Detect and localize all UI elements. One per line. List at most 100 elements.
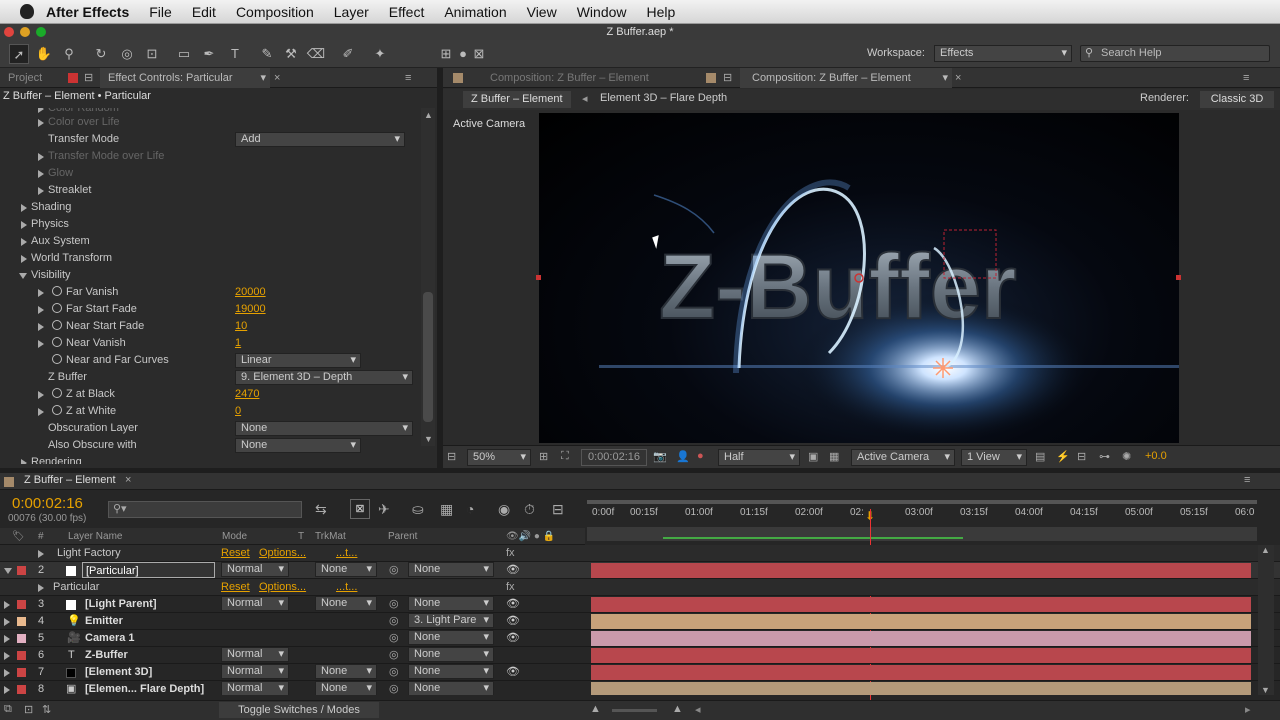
parent-dropdown[interactable]: 3. Light Pare: [408, 613, 494, 628]
work-area-bar[interactable]: [587, 500, 1257, 504]
prop-transfer-mode-over-life[interactable]: Transfer Mode over Life: [0, 148, 420, 165]
layer-duration-bar[interactable]: [591, 563, 1251, 578]
close-window-button[interactable]: [4, 27, 14, 37]
effect-scrollbar[interactable]: ▲ ▼: [421, 108, 435, 446]
visibility-eye-icon[interactable]: 👁: [506, 664, 520, 681]
tab-dropdown-icon[interactable]: ▾: [260, 68, 266, 88]
zoom-slider[interactable]: [612, 709, 657, 712]
zoom-in-icon[interactable]: ▲: [672, 703, 683, 715]
blend-mode-dropdown[interactable]: Normal: [221, 664, 289, 679]
minimize-window-button[interactable]: [20, 27, 30, 37]
menu-file[interactable]: File: [149, 4, 172, 20]
layer-name[interactable]: [Light Parent]: [85, 596, 157, 613]
pan-behind-tool-icon[interactable]: ⊡: [142, 44, 162, 64]
view-axis-icon[interactable]: ⊠: [469, 44, 489, 64]
effect-row-light-factory[interactable]: Light Factory Reset Options... ...t... f…: [0, 545, 1280, 562]
tab-timeline[interactable]: Z Buffer – Element: [24, 474, 116, 486]
camera-orbit-tool-icon[interactable]: ◎: [117, 44, 137, 64]
pickwhip-icon[interactable]: ◎: [389, 596, 399, 613]
layer-duration-bar[interactable]: [591, 648, 1251, 663]
label-color[interactable]: [17, 617, 26, 626]
layer-name[interactable]: [Elemen... Flare Depth]: [85, 681, 204, 695]
scroll-up-icon[interactable]: ▲: [1261, 545, 1270, 555]
panel-menu-icon[interactable]: ≡: [405, 68, 411, 88]
scroll-left-icon[interactable]: ◂: [695, 703, 701, 716]
far-start-fade-value[interactable]: 19000: [235, 301, 266, 318]
group-physics[interactable]: Physics: [0, 216, 420, 233]
layer-name[interactable]: [Element 3D]: [85, 664, 152, 681]
clone-stamp-tool-icon[interactable]: ⚒: [281, 44, 301, 64]
close-tab-icon[interactable]: ×: [125, 474, 131, 486]
panel-menu-icon[interactable]: ≡: [1244, 474, 1250, 486]
fx-icon[interactable]: fx: [506, 579, 515, 596]
col-layer-name[interactable]: Layer Name: [68, 528, 122, 545]
blend-mode-dropdown[interactable]: Normal: [221, 596, 289, 611]
layer-duration-bar[interactable]: [591, 597, 1251, 612]
breadcrumb-current-comp[interactable]: Z Buffer – Element: [463, 91, 571, 108]
layer-row[interactable]: 4 💡 Emitter ◎ 3. Light Pare 👁: [0, 613, 1280, 630]
show-snapshot-icon[interactable]: 👤: [676, 450, 690, 463]
hand-tool-icon[interactable]: ✋: [34, 44, 54, 64]
tab-dropdown-icon[interactable]: ▾: [942, 68, 948, 88]
group-visibility[interactable]: Visibility: [0, 267, 420, 284]
layer-row[interactable]: 2 [Particular] Normal None ◎ None 👁: [0, 562, 1280, 579]
view-layout-dropdown[interactable]: 1 View: [961, 449, 1027, 466]
graph-editor-icon[interactable]: ⏱: [524, 501, 535, 518]
roto-brush-tool-icon[interactable]: ✐: [338, 44, 358, 64]
region-of-interest-icon[interactable]: ▣: [808, 450, 818, 463]
pickwhip-icon[interactable]: ◎: [389, 630, 399, 647]
trkmat-dropdown[interactable]: None: [315, 664, 377, 679]
exposure-value[interactable]: +0.0: [1145, 450, 1167, 462]
renderer-button[interactable]: Classic 3D: [1200, 91, 1274, 108]
prop-streaklet[interactable]: Streaklet: [0, 182, 420, 199]
scroll-down-icon[interactable]: ▼: [1261, 685, 1270, 695]
frame-blending-icon[interactable]: ⛀: [412, 501, 424, 518]
blend-mode-dropdown[interactable]: Normal: [221, 562, 289, 577]
label-color[interactable]: [17, 651, 26, 660]
menu-help[interactable]: Help: [647, 4, 676, 20]
visibility-eye-icon[interactable]: 👁: [506, 562, 520, 579]
stopwatch-icon[interactable]: [52, 337, 62, 347]
stopwatch-icon[interactable]: [52, 320, 62, 330]
layer-row[interactable]: 3 [Light Parent] Normal None ◎ None 👁: [0, 596, 1280, 613]
far-vanish-value[interactable]: 20000: [235, 284, 266, 301]
visibility-eye-icon[interactable]: 👁: [506, 613, 520, 630]
workspace-dropdown[interactable]: Effects: [934, 45, 1072, 62]
parent-dropdown[interactable]: None: [408, 664, 494, 679]
flowchart-icon[interactable]: ⊶: [1099, 450, 1110, 463]
transparency-grid-icon[interactable]: ▦: [829, 450, 839, 463]
trkmat-dropdown[interactable]: None: [315, 596, 377, 611]
graph-toggle-icon[interactable]: ⊟: [552, 501, 564, 518]
label-column-icon[interactable]: 🏷: [12, 528, 25, 545]
pickwhip-icon[interactable]: ◎: [389, 613, 399, 630]
stopwatch-icon[interactable]: [52, 405, 62, 415]
layer-duration-bar[interactable]: [591, 682, 1251, 695]
brush-tool-icon[interactable]: ✎: [257, 44, 277, 64]
toggle-switches-modes-button[interactable]: Toggle Switches / Modes: [219, 702, 379, 718]
prop-color-over-life[interactable]: Color over Life: [0, 114, 420, 131]
tab-effect-controls[interactable]: Effect Controls: Particular ▾: [100, 68, 270, 88]
app-menu[interactable]: After Effects: [46, 4, 129, 20]
rectangle-tool-icon[interactable]: ▭: [174, 44, 194, 64]
near-vanish-value[interactable]: 1: [235, 335, 241, 352]
stopwatch-icon[interactable]: [52, 286, 62, 296]
pickwhip-icon[interactable]: ◎: [389, 664, 399, 681]
stopwatch-icon[interactable]: [52, 303, 62, 313]
visibility-eye-icon[interactable]: 👁: [506, 630, 520, 647]
tab-composition-inactive[interactable]: Composition: Z Buffer – Element: [490, 68, 649, 88]
3d-view-dropdown[interactable]: Active Camera: [851, 449, 955, 466]
layer-name[interactable]: Emitter: [85, 613, 123, 630]
menu-window[interactable]: Window: [577, 4, 627, 20]
resolution-dropdown[interactable]: Half: [718, 449, 800, 466]
stopwatch-icon[interactable]: [52, 354, 62, 364]
z-at-white-value[interactable]: 0: [235, 403, 241, 420]
transfer-controls-icon[interactable]: ⊡: [24, 703, 33, 716]
auto-keyframe-icon[interactable]: ◉: [498, 501, 510, 518]
pen-tool-icon[interactable]: ✒: [199, 44, 219, 64]
draft-3d-icon[interactable]: ⊠: [350, 499, 370, 519]
fx-icon[interactable]: fx: [506, 545, 515, 562]
exposure-reset-icon[interactable]: ✺: [1122, 450, 1131, 463]
menu-layer[interactable]: Layer: [334, 4, 369, 20]
parent-dropdown[interactable]: None: [408, 562, 494, 577]
z-buffer-layer-dropdown[interactable]: 9. Element 3D – Depth: [235, 370, 413, 385]
